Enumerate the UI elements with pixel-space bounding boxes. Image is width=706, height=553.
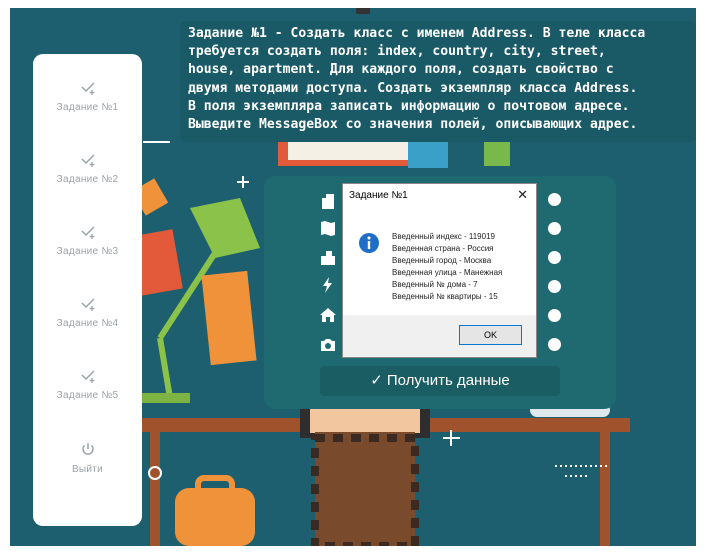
app-background: Задание №1 Задание №2 Задание №3 Задание… — [10, 8, 696, 546]
sidebar-item-label: Задание №4 — [56, 318, 119, 329]
info-icon — [359, 233, 379, 253]
clear-apartment-button[interactable] — [548, 338, 561, 351]
check-plus-icon — [80, 82, 95, 95]
sidebar-item-task-4[interactable]: Задание №4 — [33, 294, 142, 354]
get-data-label: Получить данные — [386, 372, 510, 389]
task-text: Задание №1 - Создать класс с именем Addr… — [188, 26, 646, 133]
check-plus-icon — [80, 154, 95, 167]
sidebar-item-task-3[interactable]: Задание №3 — [33, 222, 142, 282]
clear-country-button[interactable] — [548, 222, 561, 235]
map-icon — [321, 221, 335, 236]
dialog-line-street: Введенная улица - Манежная — [392, 268, 503, 277]
dialog-footer: OK — [343, 315, 536, 357]
dialog-line-house: Введенный № дома - 7 — [392, 280, 478, 289]
sidebar-item-task-1[interactable]: Задание №1 — [33, 78, 142, 138]
sidebar-item-task-5[interactable]: Задание №5 — [33, 366, 142, 426]
dialog-line-city: Введенный город - Москва — [392, 256, 492, 265]
home-icon — [320, 308, 336, 322]
sidebar-item-label: Задание №5 — [56, 390, 119, 401]
window-notch — [356, 8, 370, 14]
clear-index-button[interactable] — [548, 193, 561, 206]
building-icon — [322, 194, 334, 209]
power-icon — [81, 443, 94, 455]
sidebar-item-label: Задание №2 — [56, 174, 119, 185]
check-plus-icon — [80, 298, 95, 311]
clear-street-button[interactable] — [548, 280, 561, 293]
sidebar-item-label: Задание №3 — [56, 246, 119, 257]
dialog-message: Введенный индекс - 119019 Введенная стра… — [392, 231, 502, 303]
dialog-line-apartment: Введенный № квартиры - 15 — [392, 292, 498, 301]
close-icon[interactable]: ✕ — [517, 187, 528, 203]
sidebar-item-task-2[interactable]: Задание №2 — [33, 150, 142, 210]
task-description: Задание №1 - Создать класс с именем Addr… — [180, 21, 696, 142]
sidebar-exit-label: Выйти — [71, 464, 104, 475]
check-plus-icon — [80, 370, 95, 383]
clear-house-button[interactable] — [548, 309, 561, 322]
sidebar: Задание №1 Задание №2 Задание №3 Задание… — [33, 54, 142, 526]
city-icon — [321, 251, 335, 265]
sidebar-item-exit[interactable]: Выйти — [33, 440, 142, 500]
dialog-line-country: Введенная страна - Россия — [392, 244, 494, 253]
bolt-icon — [323, 277, 332, 293]
check-plus-icon — [80, 226, 95, 239]
dialog-line-index: Введенный индекс - 119019 — [392, 232, 495, 241]
camera-icon — [321, 339, 335, 351]
sidebar-item-label: Задание №1 — [56, 102, 119, 113]
ok-button[interactable]: OK — [459, 325, 522, 345]
dialog-title: Задание №1 — [349, 190, 408, 201]
check-icon: ✓ — [370, 372, 383, 389]
message-box: Задание №1 ✕ Введенный индекс - 119019 В… — [342, 183, 537, 358]
get-data-button[interactable]: ✓ Получить данные — [320, 366, 560, 396]
clear-city-button[interactable] — [548, 251, 561, 264]
